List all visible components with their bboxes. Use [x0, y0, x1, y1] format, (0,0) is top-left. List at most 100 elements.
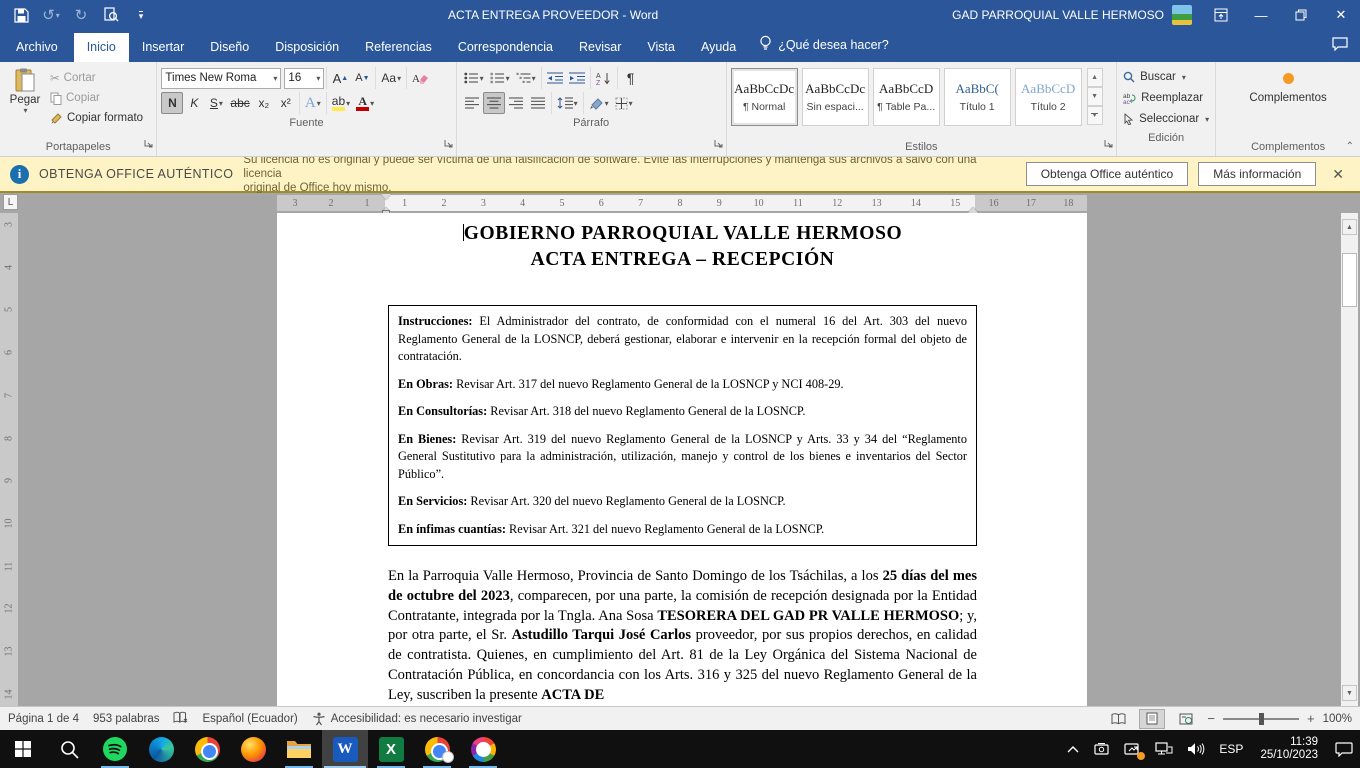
restore-button[interactable] — [1282, 0, 1320, 30]
find-button[interactable]: Buscar▾ — [1123, 67, 1209, 87]
taskbar-firefox-icon[interactable] — [230, 730, 276, 768]
align-right-button[interactable] — [505, 92, 527, 114]
borders-button[interactable]: ▾ — [612, 92, 636, 114]
print-preview-icon[interactable] — [98, 2, 124, 28]
increase-indent-button[interactable] — [566, 67, 588, 89]
taskbar-edge-icon[interactable] — [138, 730, 184, 768]
font-color-button[interactable]: A▾ — [353, 92, 377, 114]
tab-revisar[interactable]: Revisar — [566, 33, 634, 62]
highlight-button[interactable]: ab▾ — [329, 92, 353, 114]
volume-icon[interactable] — [1180, 730, 1212, 768]
tray-expand-chevron-icon[interactable] — [1060, 730, 1086, 768]
show-paragraph-marks-button[interactable]: ¶ — [620, 67, 642, 89]
strikethrough-button[interactable]: abc — [227, 92, 252, 114]
start-button[interactable] — [0, 730, 46, 768]
vertical-ruler[interactable]: 345 678 91011 121314 — [0, 213, 18, 706]
zoom-slider-thumb[interactable] — [1259, 713, 1264, 725]
subscript-button[interactable]: x₂ — [253, 92, 275, 114]
grow-font-button[interactable]: A▲ — [329, 67, 351, 89]
account-name[interactable]: GAD PARROQUIAL VALLE HERMOSO — [952, 8, 1164, 22]
proofing-icon[interactable] — [173, 711, 188, 727]
clock[interactable]: 11:39 25/10/2023 — [1250, 736, 1328, 762]
ribbon-display-options-icon[interactable] — [1202, 0, 1240, 30]
tab-correspondencia[interactable]: Correspondencia — [445, 33, 566, 62]
tab-disposicion[interactable]: Disposición — [262, 33, 352, 62]
shading-button[interactable]: ▾ — [586, 92, 612, 114]
collapse-ribbon-icon[interactable]: ⌃ — [1346, 141, 1354, 152]
bold-button[interactable]: N — [161, 92, 183, 114]
read-mode-icon[interactable] — [1105, 709, 1131, 729]
document-page[interactable]: GOBIERNO PARROQUIAL VALLE HERMOSO ACTA E… — [277, 213, 1087, 706]
tab-vista[interactable]: Vista — [634, 33, 688, 62]
tab-selector[interactable]: L — [3, 194, 18, 210]
network-icon[interactable] — [1148, 730, 1180, 768]
more-info-button[interactable]: Más información — [1198, 162, 1316, 186]
tab-archivo[interactable]: Archivo — [0, 33, 74, 62]
print-layout-icon[interactable] — [1139, 709, 1165, 729]
taskbar-search-button[interactable] — [46, 730, 92, 768]
align-left-button[interactable] — [461, 92, 483, 114]
style-titulo-1[interactable]: AaBbC( Título 1 — [944, 68, 1011, 126]
italic-button[interactable]: K — [183, 92, 205, 114]
style-titulo-2[interactable]: AaBbCcD Título 2 — [1015, 68, 1082, 126]
dismiss-warning-icon[interactable]: ✕ — [1326, 166, 1350, 183]
undo-icon[interactable]: ↺▾ — [38, 2, 64, 28]
zoom-in-icon[interactable]: + — [1307, 711, 1315, 726]
taskbar-file-explorer-icon[interactable] — [276, 730, 322, 768]
feedback-icon[interactable] — [1332, 37, 1348, 56]
tab-diseno[interactable]: Diseño — [197, 33, 262, 62]
accessibility-status[interactable]: Accesibilidad: es necesario investigar — [312, 712, 522, 726]
styles-scroll-down-icon[interactable]: ▼ — [1087, 87, 1103, 106]
paragraph-dialog-launcher-icon[interactable] — [714, 135, 723, 153]
scroll-up-icon[interactable]: ▲ — [1342, 219, 1357, 235]
font-dialog-launcher-icon[interactable] — [444, 135, 453, 153]
taskbar-chrome-app-icon[interactable] — [414, 730, 460, 768]
replace-button[interactable]: abac Reemplazar — [1123, 88, 1209, 108]
complementos-button[interactable]: Complementos — [1233, 65, 1343, 104]
right-indent-marker[interactable] — [968, 202, 978, 213]
text-effects-button[interactable]: A▾ — [302, 92, 324, 114]
redo-icon[interactable]: ↻ — [68, 2, 94, 28]
paste-button[interactable]: Pegar ▾ — [2, 65, 48, 115]
zoom-level[interactable]: 100% — [1323, 713, 1352, 725]
tab-insertar[interactable]: Insertar — [129, 33, 197, 62]
close-button[interactable]: ✕ — [1322, 0, 1360, 30]
line-spacing-button[interactable]: ▾ — [554, 92, 581, 114]
save-icon[interactable] — [8, 2, 34, 28]
taskbar-excel-icon[interactable]: X — [368, 730, 414, 768]
styles-dialog-launcher-icon[interactable] — [1104, 135, 1113, 153]
language-indicator[interactable]: ESP — [1212, 730, 1250, 768]
sort-button[interactable]: AZ — [593, 67, 615, 89]
clear-formatting-button[interactable]: A — [409, 67, 431, 89]
format-painter-button[interactable]: Copiar formato — [50, 109, 143, 127]
style-sin-espaciado[interactable]: AaBbCcDc Sin espaci... — [802, 68, 869, 126]
horizontal-ruler[interactable]: 321 123 456 789 101112 131415 161718 — [277, 195, 1087, 211]
copy-button[interactable]: Copiar — [50, 89, 143, 107]
style-table-paragraph[interactable]: AaBbCcD ¶ Table Pa... — [873, 68, 940, 126]
page-count[interactable]: Página 1 de 4 — [8, 713, 79, 725]
styles-more-icon[interactable]: ▼ — [1087, 106, 1103, 125]
tray-update-icon[interactable] — [1117, 730, 1148, 768]
zoom-slider[interactable] — [1223, 718, 1299, 720]
word-count[interactable]: 953 palabras — [93, 713, 160, 725]
taskbar-spotify-icon[interactable] — [92, 730, 138, 768]
cut-button[interactable]: ✂Cortar — [50, 69, 143, 87]
tell-me-box[interactable]: ¿Qué desea hacer? — [749, 28, 899, 62]
vertical-scrollbar[interactable]: ▲ ▼ — [1341, 213, 1358, 706]
select-button[interactable]: Seleccionar▾ — [1123, 109, 1209, 129]
change-case-button[interactable]: Aa▾ — [378, 67, 404, 89]
taskbar-word-icon[interactable]: W — [322, 730, 368, 768]
numbering-button[interactable]: ▾ — [487, 67, 513, 89]
scrollbar-thumb[interactable] — [1342, 253, 1357, 307]
customize-qat-icon[interactable]: ▾ — [128, 2, 154, 28]
shrink-font-button[interactable]: A▼ — [351, 67, 373, 89]
font-size-combobox[interactable]: 16▾ — [284, 68, 324, 89]
align-center-button[interactable] — [483, 92, 505, 114]
multilevel-list-button[interactable]: ▾ — [513, 67, 539, 89]
scroll-down-icon[interactable]: ▼ — [1342, 685, 1357, 701]
justify-button[interactable] — [527, 92, 549, 114]
tab-inicio[interactable]: Inicio — [74, 33, 129, 62]
styles-scroll-up-icon[interactable]: ▲ — [1087, 68, 1103, 87]
zoom-out-icon[interactable]: − — [1207, 711, 1215, 726]
clipboard-dialog-launcher-icon[interactable] — [144, 135, 153, 153]
